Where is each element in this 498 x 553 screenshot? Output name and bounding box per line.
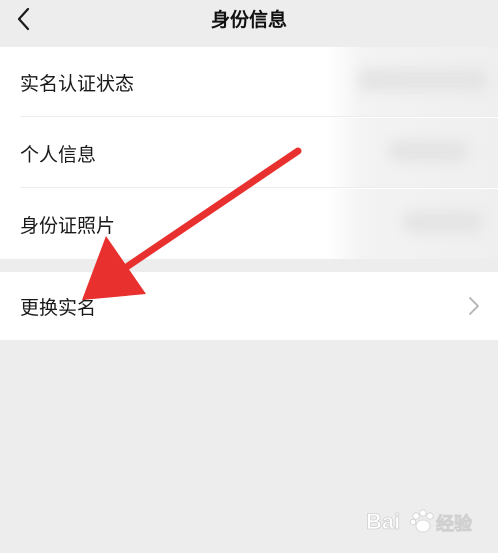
id-card-photo-row[interactable]: 身份证照片 [0,189,498,259]
baidu-watermark-logo: Bai 经验 [366,509,474,536]
id-card-photo-label: 身份证照片 [20,215,116,237]
divider [20,187,498,188]
personal-info-label: 个人信息 [20,144,97,166]
blurred-value [328,47,498,117]
navigation-bar: 身份信息 [0,0,498,42]
svg-text:Bai: Bai [366,509,400,534]
realname-status-row[interactable]: 实名认证状态 [0,47,498,117]
chevron-right-icon [469,297,479,315]
change-realname-label: 更换实名 [20,297,97,319]
change-realname-row[interactable]: 更换实名 [0,272,498,340]
personal-info-row[interactable]: 个人信息 [0,118,498,188]
svg-text:经验: 经验 [436,513,473,535]
divider [20,116,498,117]
page-title: 身份信息 [210,9,287,31]
blurred-value [328,118,498,188]
blurred-value [328,189,498,259]
realname-status-label: 实名认证状态 [20,73,135,95]
identity-info-group: 实名认证状态 个人信息 身份证照片 [0,47,498,259]
